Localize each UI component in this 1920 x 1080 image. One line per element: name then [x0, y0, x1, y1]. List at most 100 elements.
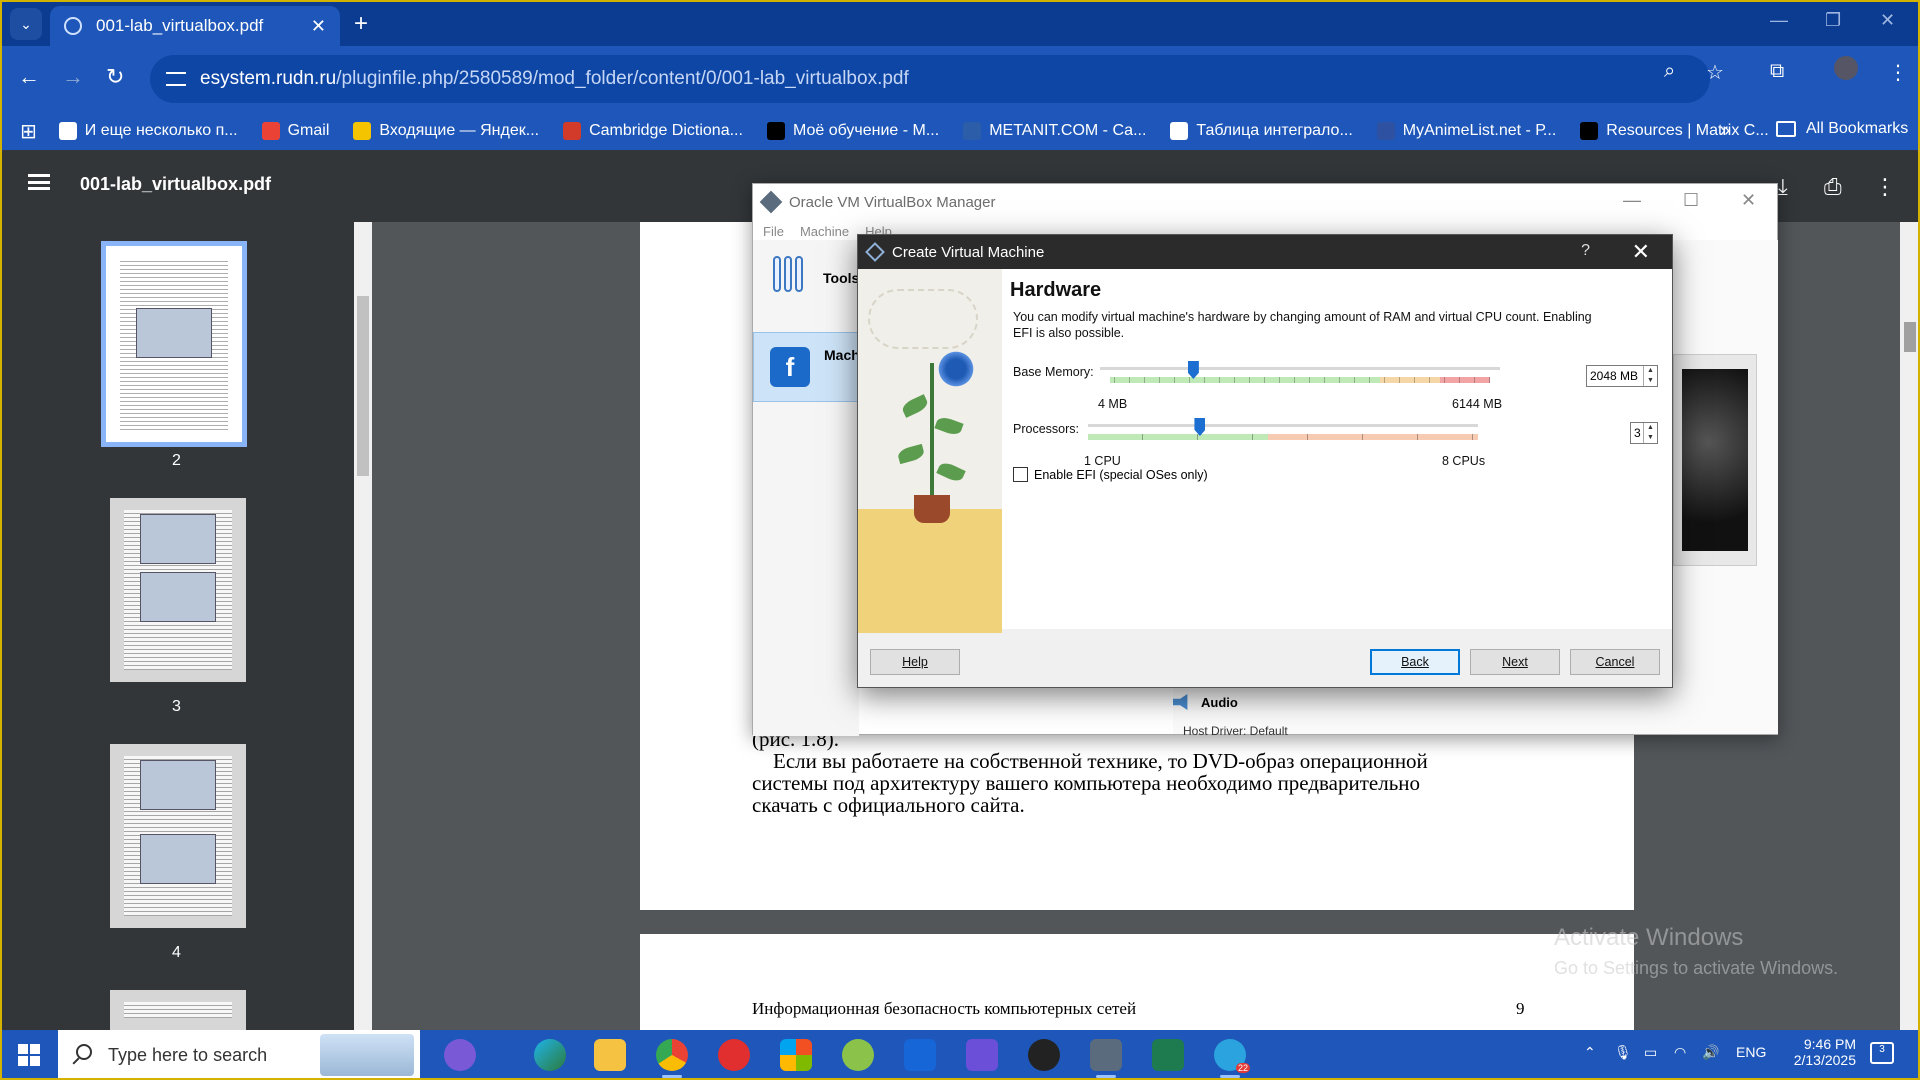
shield-icon[interactable]	[904, 1039, 936, 1071]
thumbnail-scrollbar[interactable]	[354, 222, 372, 1030]
next-button[interactable]: Next	[1470, 649, 1560, 675]
cancel-button[interactable]: Cancel	[1570, 649, 1660, 675]
edge-icon[interactable]	[534, 1039, 566, 1071]
watermark-title: Activate Windows	[1554, 924, 1744, 951]
steam-icon[interactable]	[1028, 1039, 1060, 1071]
chrome-icon[interactable]	[656, 1039, 688, 1078]
processors-slider[interactable]	[1088, 418, 1478, 442]
enable-efi-checkbox[interactable]: Enable EFI (special OSes only)	[1013, 467, 1208, 482]
thumbnail-sidebar: 2 3 4	[0, 222, 356, 1030]
machine-list-item[interactable]: f Mach	[753, 332, 860, 402]
thumbnail-page-3[interactable]	[110, 498, 246, 682]
app-window-icon[interactable]	[1152, 1039, 1184, 1071]
clock-date: 2/13/2025	[1793, 1052, 1856, 1068]
site-info-icon[interactable]	[166, 72, 186, 86]
thumbnail-page-2[interactable]	[101, 241, 247, 447]
menu-file[interactable]: File	[763, 224, 784, 239]
file-explorer-icon[interactable]	[594, 1039, 626, 1071]
vbm-minimize-icon[interactable]: —	[1623, 190, 1641, 211]
page-text-line: Если вы работаете на собственной технике…	[752, 749, 1428, 773]
vbm-maximize-icon[interactable]: ☐	[1683, 190, 1699, 211]
audio-section-header[interactable]: Audio	[1173, 694, 1238, 710]
dialog-close-icon[interactable]: ✕	[1632, 239, 1650, 265]
page-footer-title: Информационная безопасность компьютерных…	[752, 999, 1137, 1018]
alice-assistant-icon[interactable]	[444, 1039, 476, 1071]
forward-icon[interactable]: →	[62, 64, 84, 90]
system-clock[interactable]: 9:46 PM 2/13/2025	[1776, 1036, 1856, 1068]
new-tab-button[interactable]: +	[354, 10, 368, 38]
obsidian-icon[interactable]	[966, 1039, 998, 1071]
more-actions-icon[interactable]: ⋮	[1874, 174, 1896, 200]
bookmarks-overflow-button[interactable]: »	[1720, 120, 1730, 141]
show-hidden-icons[interactable]: ⌃	[1584, 1044, 1596, 1061]
page-text-line: системы под архитектуру вашего компьютер…	[752, 771, 1421, 795]
bookmark-item[interactable]: Gmail	[261, 122, 329, 140]
restore-icon[interactable]: ❐	[1825, 10, 1841, 31]
person-app-icon[interactable]	[842, 1039, 874, 1071]
vbm-close-icon[interactable]: ✕	[1741, 190, 1756, 211]
document-scrollbar[interactable]	[1900, 222, 1920, 1030]
help-button[interactable]: Help	[870, 649, 960, 675]
watermark-subtitle: Go to Settings to activate Windows.	[1554, 958, 1839, 978]
bookmark-item[interactable]: Resources | Matrix C...	[1580, 122, 1769, 140]
enable-efi-label: Enable EFI (special OSes only)	[1034, 467, 1208, 482]
back-button[interactable]: Back	[1370, 649, 1460, 675]
profile-avatar[interactable]	[1834, 56, 1858, 80]
tools-label[interactable]: Tools	[823, 270, 859, 286]
volume-icon[interactable]: 🔊	[1702, 1044, 1719, 1061]
bookmark-item[interactable]: Входящие — Яндек...	[353, 122, 539, 140]
download-icon[interactable]: ⤓	[1778, 174, 1788, 200]
fedora-os-icon: f	[770, 347, 810, 387]
bookmark-item[interactable]: METANIT.COM - Са...	[963, 122, 1146, 140]
language-indicator[interactable]: ENG	[1736, 1044, 1766, 1060]
apps-grid-icon[interactable]: ⊞	[20, 119, 37, 144]
thumbnail-page-4[interactable]	[110, 744, 246, 928]
bookmarks-bar: ⊞ И еще несколько п... Gmail Входящие — …	[0, 112, 1920, 150]
microsoft-store-icon[interactable]	[780, 1039, 812, 1071]
bookmark-item[interactable]: MyAnimeList.net - Р...	[1376, 122, 1556, 140]
processors-spinbox[interactable]: 3 ▲ ▼	[1630, 422, 1658, 444]
wizard-illustration	[858, 269, 1002, 633]
thumbnail-page-5[interactable]	[110, 990, 246, 1030]
bookmark-item[interactable]: Cambridge Dictiona...	[563, 122, 743, 140]
checkbox-box[interactable]	[1013, 467, 1028, 482]
address-bar[interactable]: esystem.rudn.ru/pluginfile.php/2580589/m…	[150, 55, 1710, 103]
wifi-icon[interactable]: ◠	[1674, 1044, 1686, 1061]
chrome-menu-icon[interactable]: ⋮	[1888, 60, 1908, 85]
tab-search-button[interactable]: ⌄	[10, 8, 42, 40]
virtualbox-taskbar-icon[interactable]	[1090, 1039, 1122, 1078]
print-icon[interactable]: ⎙	[1824, 174, 1842, 200]
extensions-icon[interactable]: ⧉	[1770, 60, 1784, 83]
base-memory-slider[interactable]	[1100, 361, 1500, 385]
zoom-icon[interactable]: ⌕	[1664, 60, 1675, 83]
microphone-icon[interactable]: 🎙	[1614, 1044, 1632, 1061]
menu-machine[interactable]: Machine	[800, 224, 849, 239]
search-icon	[76, 1044, 92, 1060]
tools-icon[interactable]	[773, 256, 806, 297]
active-tab[interactable]: 001-lab_virtualbox.pdf ✕	[50, 6, 340, 46]
yandex-browser-icon[interactable]	[718, 1039, 750, 1071]
context-help-button[interactable]: ?	[1581, 242, 1590, 260]
tab-favicon-icon	[64, 17, 82, 35]
sidebar-menu-icon[interactable]	[28, 174, 50, 190]
bookmark-star-icon[interactable]: ☆	[1706, 60, 1724, 85]
spin-arrows-icon[interactable]: ▲ ▼	[1643, 423, 1657, 443]
battery-icon[interactable]: ▭	[1644, 1044, 1657, 1061]
address-toolbar: ← → ↻ esystem.rudn.ru/pluginfile.php/258…	[0, 46, 1920, 112]
telegram-icon[interactable]: 22	[1214, 1039, 1250, 1078]
minimize-icon[interactable]: —	[1770, 10, 1788, 31]
tab-close-icon[interactable]: ✕	[311, 16, 326, 37]
bookmark-item[interactable]: Таблица интеграло...	[1170, 122, 1353, 140]
spin-arrows-icon[interactable]: ▲ ▼	[1643, 366, 1657, 386]
reload-icon[interactable]: ↻	[106, 64, 124, 90]
back-icon[interactable]: ←	[18, 64, 40, 90]
all-bookmarks-button[interactable]: All Bookmarks	[1776, 120, 1908, 138]
windows-start-icon[interactable]	[18, 1044, 40, 1066]
bookmark-item[interactable]: Моё обучение - М...	[766, 122, 939, 140]
base-memory-spinbox[interactable]: 2048 MB ▲ ▼	[1586, 365, 1658, 387]
bookmark-item[interactable]: И еще несколько п...	[58, 122, 238, 140]
search-placeholder: Type here to search	[108, 1044, 268, 1065]
close-window-icon[interactable]: ✕	[1880, 10, 1895, 31]
notifications-icon[interactable]: 3	[1870, 1042, 1894, 1064]
taskbar-search-box[interactable]: Type here to search	[58, 1030, 420, 1080]
